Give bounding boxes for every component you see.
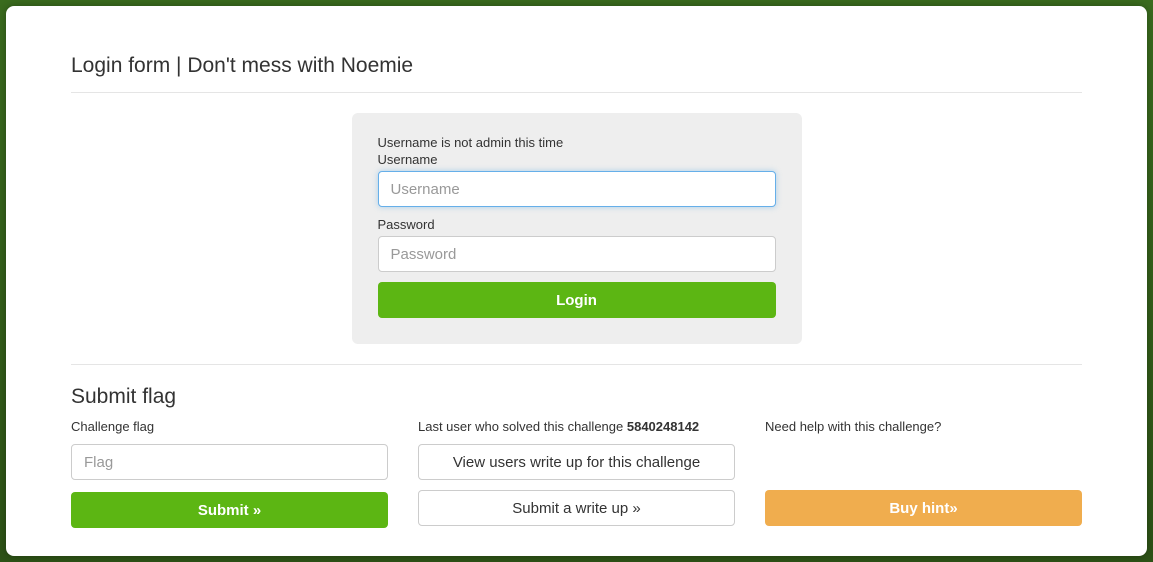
last-solver-label: Last user who solved this challenge 5840… — [418, 419, 735, 434]
submit-flag-button[interactable]: Submit » — [71, 492, 388, 528]
view-writeups-button[interactable]: View users write up for this challenge — [418, 444, 735, 480]
submit-flag-title: Submit flag — [71, 385, 1082, 409]
password-input[interactable] — [378, 236, 776, 272]
writeup-column: Last user who solved this challenge 5840… — [418, 419, 735, 536]
login-form-panel: Username is not admin this time Username… — [352, 113, 802, 344]
password-label: Password — [378, 217, 776, 232]
last-solver-prefix: Last user who solved this challenge — [418, 419, 627, 434]
page-title: Login form | Don't mess with Noemie — [71, 54, 1082, 78]
divider — [71, 364, 1082, 365]
flag-input[interactable] — [71, 444, 388, 480]
username-input[interactable] — [378, 171, 776, 207]
last-solver-id: 5840248142 — [627, 419, 699, 434]
login-hint: Username is not admin this time — [378, 135, 776, 150]
challenge-flag-label: Challenge flag — [71, 419, 388, 434]
submit-writeup-button[interactable]: Submit a write up » — [418, 490, 735, 526]
divider — [71, 92, 1082, 93]
login-button[interactable]: Login — [378, 282, 776, 318]
buy-hint-button[interactable]: Buy hint» — [765, 490, 1082, 526]
hint-column: Need help with this challenge? Buy hint» — [765, 419, 1082, 536]
need-help-label: Need help with this challenge? — [765, 419, 1082, 434]
username-label: Username — [378, 152, 776, 167]
challenge-flag-column: Challenge flag Submit » — [71, 419, 388, 536]
